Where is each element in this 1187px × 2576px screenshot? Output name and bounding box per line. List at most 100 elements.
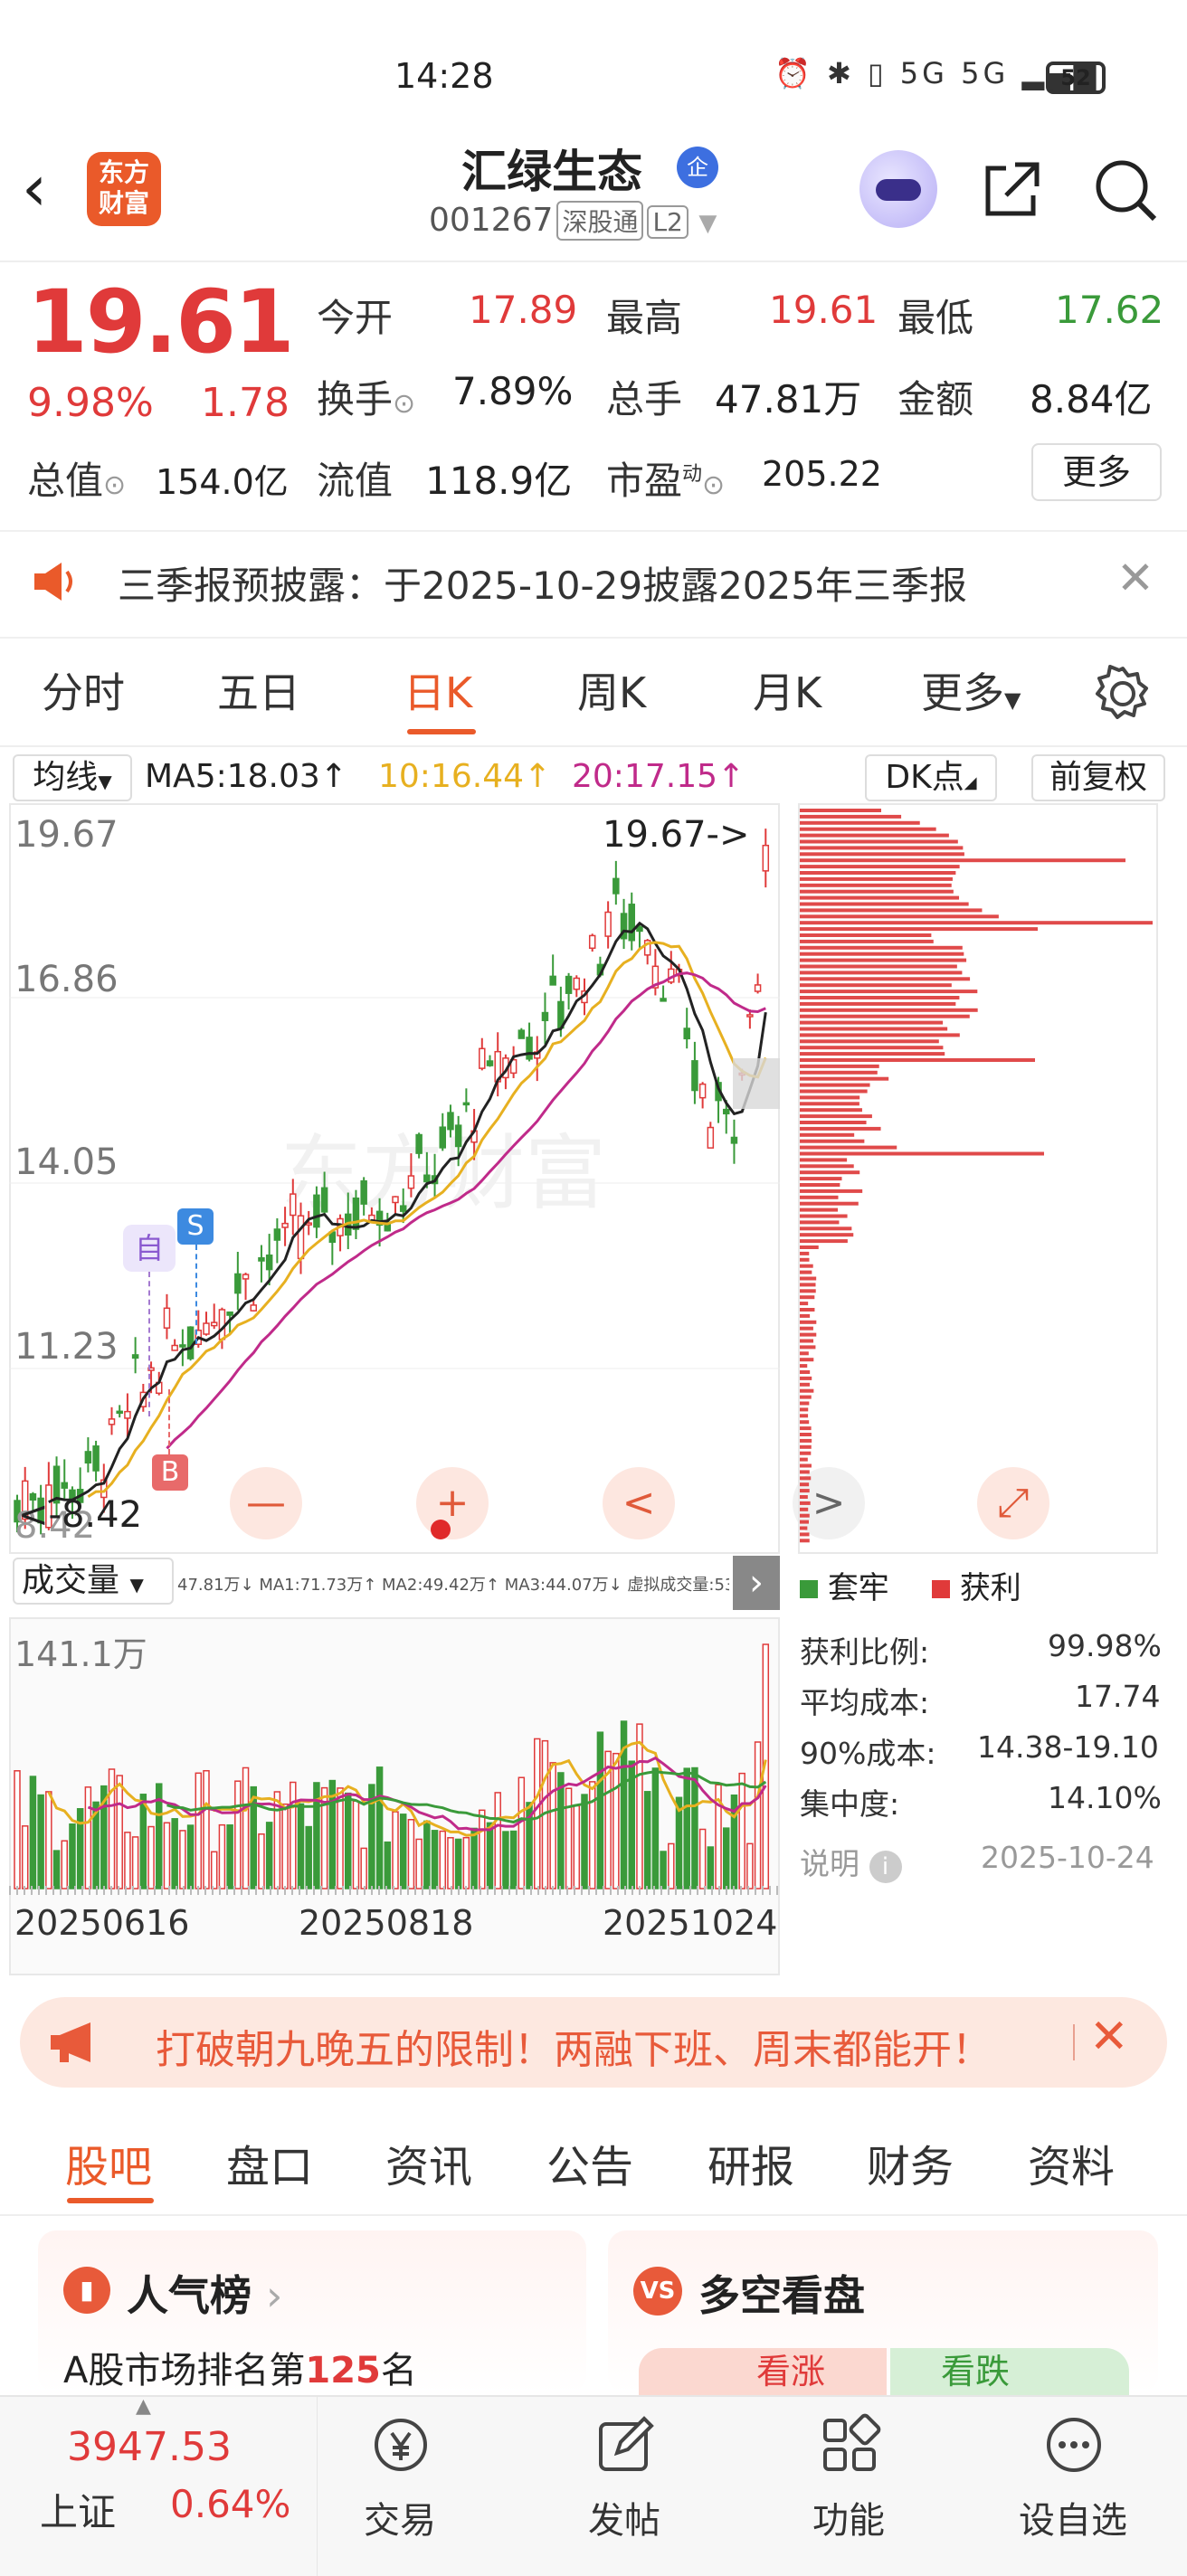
assistant-robot-icon[interactable] [859,150,937,228]
sell-tag[interactable]: S [177,1208,214,1245]
volume-bar [84,1786,92,1889]
chip-bar [800,858,1125,863]
tab-intraday[interactable]: 分时 [42,660,125,720]
bullish-button[interactable]: 看涨 [639,2348,887,2395]
chip-bar [800,1507,809,1511]
chip-bar [800,1020,944,1025]
tab-research[interactable]: 研报 [707,2131,794,2194]
volume-bar [612,1752,620,1889]
more-dots-icon[interactable] [1042,2413,1106,2477]
candle-body [92,1445,100,1472]
close-icon[interactable]: ✕ [1089,2010,1129,2064]
volume-bar [258,1833,265,1889]
back-icon[interactable]: ‹ [22,152,76,224]
settings-gear-icon[interactable] [1093,664,1153,724]
candle-body [131,1354,139,1359]
tab-finance[interactable]: 财务 [867,2131,954,2194]
active-tab-indicator [407,729,476,734]
close-icon[interactable]: ✕ [1116,552,1154,604]
footer-trade[interactable]: 交易 [364,2491,436,2543]
share-icon[interactable] [979,157,1044,223]
low-value: 17.62 [1055,288,1164,332]
adjust-price-button[interactable]: 前复权 [1031,754,1165,801]
volume-bar [439,1830,446,1889]
trade-yen-icon[interactable] [369,2413,432,2477]
pe-label: 市盈动⊙ [606,450,725,506]
info-icon: ⊙ [393,388,416,420]
tab-monthly-k[interactable]: 月K [753,660,821,720]
tab-weekly-k[interactable]: 周K [577,660,646,720]
chip-date: 2025-10-24 [981,1840,1154,1875]
tab-pankou[interactable]: 盘口 [226,2131,313,2194]
stock-code-row[interactable]: 001267 深股通 L2 ▼ [429,201,717,241]
tab-more-label: 更多 [921,668,1004,717]
kline-svg: 东方财富 [9,803,780,1554]
footer-functions[interactable]: 功能 [812,2491,885,2543]
dk-point-button[interactable]: DK点◢ [865,754,997,801]
zoom-in-button[interactable]: + [416,1467,489,1539]
tab-profile[interactable]: 资料 [1028,2131,1115,2194]
apps-grid-icon[interactable] [818,2413,881,2477]
tab-more[interactable]: 更多▼ [921,660,1021,720]
y-label-4: 11.23 [14,1326,119,1368]
volume-selector[interactable]: 成交量 ▼ [13,1558,174,1605]
avg-cost-value: 17.74 [1075,1679,1161,1714]
chip-bar [800,1476,812,1481]
low-marker-value: 8.42 [61,1494,143,1536]
pe-sup: 动 [682,463,703,486]
buy-tag[interactable]: B [152,1454,188,1491]
chip-bar [800,1482,810,1487]
amount-label: 金额 [897,377,974,421]
tab-announcements[interactable]: 公告 [546,2131,633,2194]
volume-label: 总手 [606,377,683,421]
volume-bar [754,1741,762,1889]
index-change[interactable]: 0.64% [170,2482,290,2526]
chip-bar [800,1052,945,1056]
compose-icon[interactable] [594,2413,657,2477]
signal-text: 5G 5G [899,56,1010,90]
expand-chevron-icon[interactable]: › [733,1556,780,1610]
high-marker: 19.67-> [603,814,750,856]
chevron-down-icon: ▼ [698,210,717,237]
ma-selector[interactable]: 均线▼ [13,754,132,801]
footer-add-watchlist[interactable]: 设自选 [1019,2491,1127,2543]
bearish-button[interactable]: 看跌 [890,2348,1129,2395]
tab-daily-k[interactable]: 日K [404,660,472,720]
kline-chart[interactable]: 东方财富 [9,803,780,1554]
chip-bar [800,1126,881,1131]
volume-bar [651,1767,660,1889]
buy-tag-line [168,1389,170,1454]
profit-swatch [932,1580,950,1598]
popularity-title-text: 人气榜 [127,2271,252,2320]
chip-bar [800,1058,1035,1062]
chip-bar [800,1189,863,1193]
chip-bar [800,1457,808,1462]
candle-body [242,1274,250,1280]
tab-five-day[interactable]: 五日 [217,660,300,720]
tab-news[interactable]: 资讯 [385,2131,472,2194]
chip-bar [800,1313,811,1318]
volume-bar [281,1803,289,1889]
index-value[interactable]: 3947.53 [67,2424,232,2470]
chip-bar [800,1358,814,1362]
scroll-left-button[interactable]: < [603,1467,675,1539]
volume-bar [290,1781,297,1889]
chip-bar [800,1501,811,1505]
volume-bar [415,1838,423,1889]
zoom-out-button[interactable]: — [230,1467,302,1539]
app-logo[interactable]: 东方 财富 [87,152,161,226]
chip-bar [800,1264,813,1268]
chip-bar [800,1495,808,1499]
chip-bar [800,833,949,838]
volume-bar [52,1850,61,1889]
search-icon[interactable] [1091,156,1160,224]
bull-bear-title: 多空看盘 [698,2271,865,2320]
chip-distribution[interactable] [798,803,1158,1554]
more-quote-button[interactable]: 更多 [1031,443,1162,501]
explain-link[interactable]: 说明 i [800,1840,902,1883]
self-select-tag[interactable]: 自 [123,1225,176,1272]
up-caret-icon: ▲ [136,2395,151,2418]
tab-guba[interactable]: 股吧 [65,2131,152,2194]
footer-post[interactable]: 发帖 [588,2491,660,2543]
index-name[interactable]: 上证 [40,2482,116,2537]
